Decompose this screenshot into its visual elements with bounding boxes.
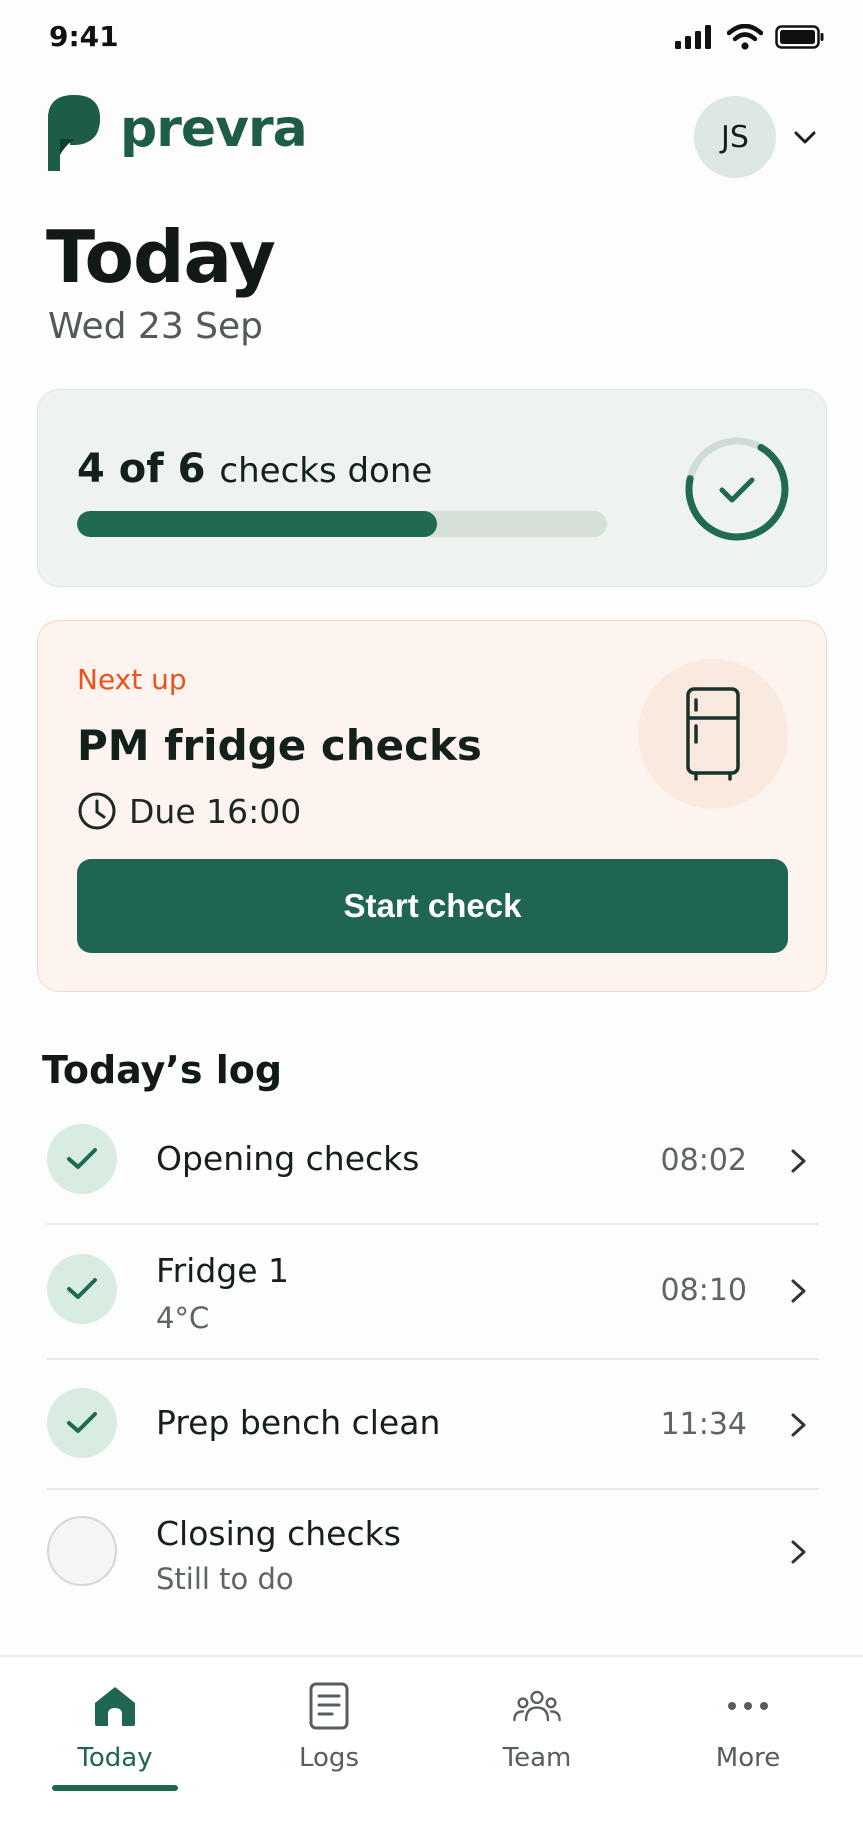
due-time: Due 16:00 [129, 791, 302, 831]
check-icon [719, 477, 755, 503]
wifi-icon [727, 24, 763, 50]
log-item-name: Prep bench clean [156, 1403, 441, 1442]
nav-tab-team[interactable]: Team [447, 1675, 627, 1785]
log-item-name: Opening checks [156, 1139, 420, 1178]
fridge-icon [686, 687, 740, 781]
log-item-time: 08:10 [660, 1273, 747, 1308]
progress-card: 4 of 6 checks done [37, 389, 827, 587]
chevron-right-icon [791, 1279, 806, 1303]
log-item-prep-bench-clean[interactable]: Prep bench clean 11:34 [47, 1360, 819, 1490]
signal-icon [675, 25, 711, 49]
document-icon [304, 1681, 354, 1731]
status-bar: 9:41 [0, 0, 863, 80]
progress-summary: 4 of 6 checks done [77, 446, 432, 492]
chevron-right-icon [791, 1413, 806, 1437]
brand-logo[interactable]: prevra [48, 95, 308, 171]
log-item-name: Closing checks [156, 1514, 401, 1553]
done-check-icon [47, 1388, 117, 1458]
next-up-card: Next up PM fridge checks Due 16:00 Start… [37, 620, 827, 992]
nav-label: Logs [299, 1743, 359, 1773]
next-up-due: Due 16:00 [77, 791, 301, 831]
user-avatar[interactable]: JS [694, 96, 776, 178]
logo-mark-icon [48, 95, 100, 171]
nav-label: Team [502, 1743, 572, 1773]
home-icon [90, 1681, 140, 1731]
status-icons [675, 24, 825, 50]
status-time: 9:41 [49, 20, 119, 53]
next-up-label: Next up [77, 663, 187, 696]
log-item-sub: Still to do [156, 1562, 294, 1596]
nav-tab-logs[interactable]: Logs [239, 1675, 419, 1785]
progress-bar-fill [77, 511, 438, 537]
log-item-opening-checks[interactable]: Opening checks 08:02 [47, 1115, 819, 1225]
fridge-badge [638, 659, 788, 809]
todo-circle-icon [47, 1516, 117, 1586]
progress-bar [77, 511, 607, 537]
chevron-down-icon[interactable] [790, 123, 820, 153]
nav-label: More [715, 1743, 781, 1773]
log-item-fridge-1[interactable]: Fridge 1 4°C 08:10 [47, 1225, 819, 1360]
log-item-time: 08:02 [660, 1143, 747, 1178]
next-up-title: PM fridge checks [77, 721, 482, 770]
done-check-icon [47, 1124, 117, 1194]
battery-icon [775, 25, 824, 49]
nav-tab-today[interactable]: Today [25, 1675, 205, 1785]
nav-label: Today [77, 1743, 153, 1773]
log-item-closing-checks[interactable]: Closing checks Still to do [47, 1490, 819, 1630]
log-title: Today’s log [42, 1048, 283, 1092]
log-item-name: Fridge 1 [156, 1251, 289, 1290]
bottom-nav: Today Logs Team More [0, 1655, 863, 1823]
log-item-time: 11:34 [660, 1407, 747, 1442]
page-date: Wed 23 Sep [48, 306, 264, 347]
page-title: Today [46, 215, 276, 299]
start-check-button[interactable]: Start check [77, 859, 788, 953]
nav-tab-more[interactable]: More [658, 1675, 838, 1785]
brand-name: prevra [120, 99, 308, 159]
more-icon [723, 1681, 773, 1731]
done-check-icon [47, 1254, 117, 1324]
chevron-right-icon [791, 1540, 806, 1564]
log-item-sub: 4°C [156, 1301, 210, 1335]
active-tab-indicator [52, 1785, 178, 1791]
progress-ring-icon [685, 437, 789, 541]
team-icon [512, 1681, 562, 1731]
progress-count: 4 of 6 [77, 446, 206, 492]
chevron-right-icon [791, 1149, 806, 1173]
progress-label: checks done [219, 451, 433, 491]
clock-icon [78, 792, 116, 830]
